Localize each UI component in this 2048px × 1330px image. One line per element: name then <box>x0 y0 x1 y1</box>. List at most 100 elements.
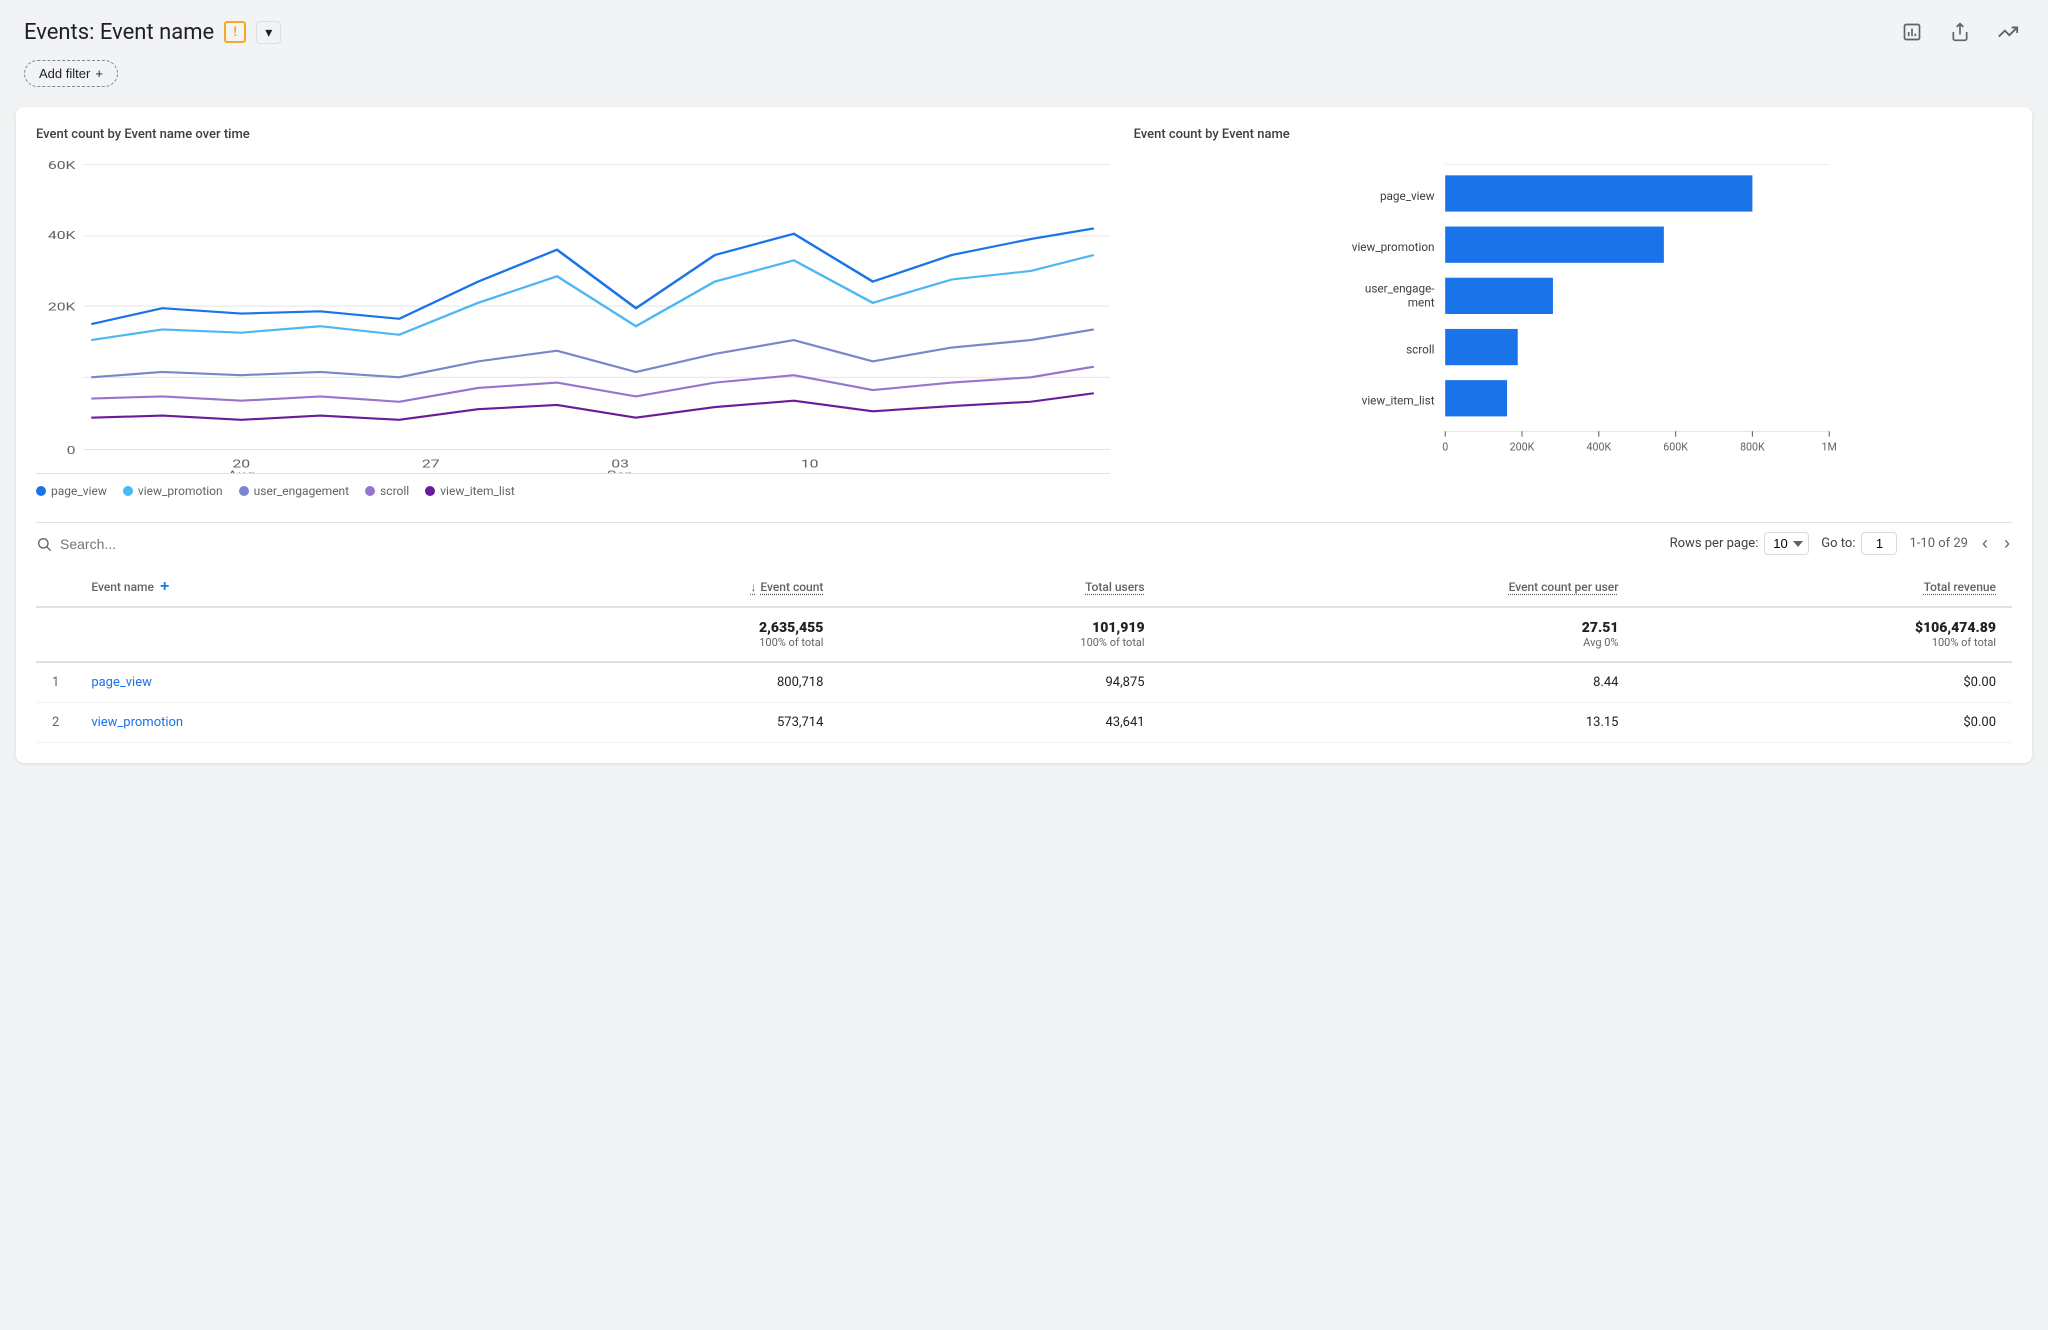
goto-box: Go to: <box>1821 532 1897 555</box>
legend-label-view-promotion: view_promotion <box>138 484 223 498</box>
search-input[interactable] <box>60 536 260 552</box>
line-chart-title: Event count by Event name over time <box>36 127 1110 142</box>
add-column-button[interactable]: + <box>160 578 169 596</box>
svg-text:view_item_list: view_item_list <box>1361 394 1434 408</box>
main-card: Event count by Event name over time 60K … <box>16 107 2032 763</box>
col-header-total-users: Total users <box>839 568 1160 607</box>
rows-per-page-select[interactable]: 10 25 50 <box>1764 532 1809 555</box>
svg-text:200K: 200K <box>1509 441 1534 454</box>
report-icon-button[interactable] <box>1896 16 1928 48</box>
totals-revenue: $106,474.89 100% of total <box>1634 607 2012 662</box>
col-header-event-name: Event name + <box>75 568 488 607</box>
totals-event-name <box>75 607 488 662</box>
svg-text:Sep: Sep <box>607 470 634 473</box>
svg-text:400K: 400K <box>1586 441 1611 454</box>
legend-scroll: scroll <box>365 484 409 498</box>
svg-text:600K: 600K <box>1663 441 1688 454</box>
svg-text:0: 0 <box>67 445 76 457</box>
svg-text:page_view: page_view <box>1380 189 1435 203</box>
search-box <box>36 536 260 552</box>
header-actions <box>1896 16 2024 48</box>
row-2-event-name: view_promotion <box>75 703 488 743</box>
share-icon-button[interactable] <box>1944 16 1976 48</box>
legend-view-promotion: view_promotion <box>123 484 223 498</box>
col-header-total-revenue: Total revenue <box>1634 568 2012 607</box>
row-1-event-name: page_view <box>75 662 488 703</box>
row-2-event-count: 573,714 <box>489 703 840 743</box>
row-2-event-link[interactable]: view_promotion <box>91 715 183 730</box>
totals-per-user: 27.51 Avg 0% <box>1161 607 1635 662</box>
totals-num <box>36 607 75 662</box>
row-2-total-users: 43,641 <box>839 703 1160 743</box>
table-row: 1 page_view 800,718 94,875 8.44 $0.00 <box>36 662 2012 703</box>
svg-text:40K: 40K <box>48 230 76 242</box>
row-2-per-user: 13.15 <box>1161 703 1635 743</box>
row-1-total-users: 94,875 <box>839 662 1160 703</box>
legend-label-page-view: page_view <box>51 484 107 498</box>
svg-text:10: 10 <box>801 459 819 471</box>
totals-total-users: 101,919 100% of total <box>839 607 1160 662</box>
row-1-event-link[interactable]: page_view <box>91 675 152 690</box>
title-dropdown-button[interactable]: ▾ <box>256 21 281 44</box>
prev-page-button[interactable]: ‹ <box>1980 531 1990 556</box>
svg-text:0: 0 <box>1442 441 1448 454</box>
bar-chart-container: 0 200K 400K 600K 800K 1M page_view view_… <box>1134 154 2012 474</box>
bar-chart-title: Event count by Event name <box>1134 127 2012 142</box>
row-2-num: 2 <box>36 703 75 743</box>
page-header: Events: Event name ! ▾ <box>0 0 2048 95</box>
line-chart-svg: 60K 40K 20K 0 20 Aug 27 03 Sep 10 <box>36 154 1110 473</box>
legend-dot-view-promotion <box>123 486 133 496</box>
legend-view-item-list: view_item_list <box>425 484 515 498</box>
bar-chart-svg: 0 200K 400K 600K 800K 1M page_view view_… <box>1134 154 2012 474</box>
legend-user-engagement: user_engagement <box>239 484 349 498</box>
totals-event-count: 2,635,455 100% of total <box>489 607 840 662</box>
legend-label-view-item-list: view_item_list <box>440 484 515 498</box>
legend-dot-view-item-list <box>425 486 435 496</box>
data-table: Event name + ↓ Event count Total users E… <box>36 568 2012 743</box>
row-1-event-count: 800,718 <box>489 662 840 703</box>
goto-input[interactable] <box>1861 532 1897 555</box>
line-chart-container: 60K 40K 20K 0 20 Aug 27 03 Sep 10 <box>36 154 1110 474</box>
chart-legend: page_view view_promotion user_engagement… <box>36 484 1110 498</box>
svg-text:27: 27 <box>422 459 440 471</box>
row-2-revenue: $0.00 <box>1634 703 2012 743</box>
pagination-controls: Rows per page: 10 25 50 Go to: 1-10 of 2… <box>1670 531 2012 556</box>
col-header-num <box>36 568 75 607</box>
svg-text:ment: ment <box>1407 296 1434 310</box>
row-1-per-user: 8.44 <box>1161 662 1635 703</box>
legend-dot-page-view <box>36 486 46 496</box>
svg-text:20K: 20K <box>48 302 76 314</box>
table-header-row: Event name + ↓ Event count Total users E… <box>36 568 2012 607</box>
svg-text:user_engage-: user_engage- <box>1364 282 1434 296</box>
warning-icon: ! <box>224 21 246 43</box>
totals-row: 2,635,455 100% of total 101,919 100% of … <box>36 607 2012 662</box>
next-page-button[interactable]: › <box>2002 531 2012 556</box>
trending-icon-button[interactable] <box>1992 16 2024 48</box>
search-icon <box>36 536 52 552</box>
col-header-event-per-user: Event count per user <box>1161 568 1635 607</box>
legend-label-user-engagement: user_engagement <box>254 484 349 498</box>
page-title: Events: Event name ! ▾ <box>24 20 281 45</box>
svg-text:view_promotion: view_promotion <box>1351 240 1434 254</box>
svg-text:Aug: Aug <box>227 470 255 473</box>
svg-text:scroll: scroll <box>1406 342 1434 356</box>
svg-text:60K: 60K <box>48 160 76 172</box>
legend-label-scroll: scroll <box>380 484 409 498</box>
row-1-revenue: $0.00 <box>1634 662 2012 703</box>
charts-row: Event count by Event name over time 60K … <box>36 127 2012 498</box>
line-chart-section: Event count by Event name over time 60K … <box>36 127 1110 498</box>
table-row: 2 view_promotion 573,714 43,641 13.15 $0… <box>36 703 2012 743</box>
legend-dot-user-engagement <box>239 486 249 496</box>
legend-page-view: page_view <box>36 484 107 498</box>
svg-text:800K: 800K <box>1740 441 1765 454</box>
col-header-event-count: ↓ Event count <box>489 568 840 607</box>
bar-chart-section: Event count by Event name 0 200K <box>1134 127 2012 498</box>
legend-dot-scroll <box>365 486 375 496</box>
table-controls: Rows per page: 10 25 50 Go to: 1-10 of 2… <box>36 522 2012 568</box>
title-row: Events: Event name ! ▾ <box>24 16 2024 48</box>
rows-per-page: Rows per page: 10 25 50 <box>1670 532 1810 555</box>
add-filter-button[interactable]: Add filter + <box>24 60 118 87</box>
row-1-num: 1 <box>36 662 75 703</box>
svg-text:1M: 1M <box>1821 441 1836 454</box>
page-info: 1-10 of 29 <box>1909 536 1968 551</box>
